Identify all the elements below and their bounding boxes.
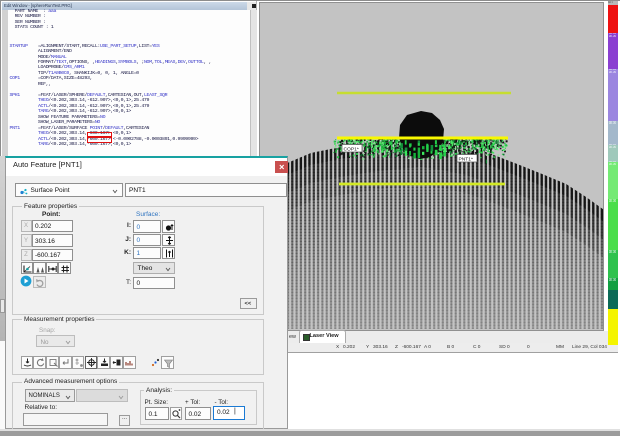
svg-text:COP1*: COP1*: [344, 146, 359, 152]
svg-text:PNT1*: PNT1*: [459, 156, 474, 162]
